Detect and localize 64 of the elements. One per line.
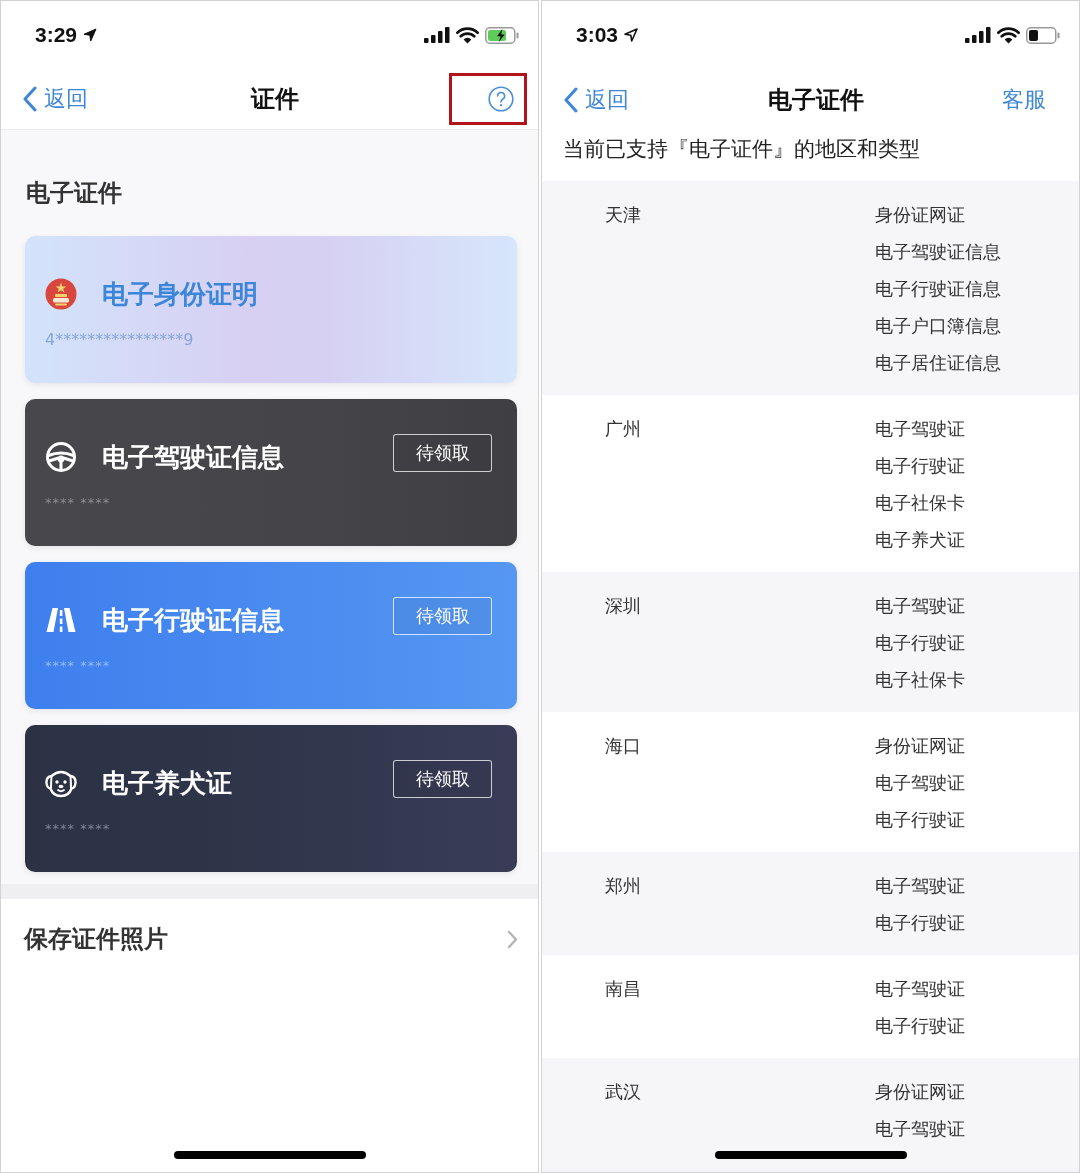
city-name: 南昌: [605, 978, 641, 999]
document-type: 身份证网证: [875, 203, 965, 227]
card-title: 电子驾驶证信息: [102, 441, 285, 474]
city-name: 武汉: [605, 1081, 641, 1102]
claim-button[interactable]: 待领取: [393, 597, 492, 635]
document-type: 身份证网证: [875, 734, 965, 758]
document-type: 电子行驶证: [875, 911, 965, 935]
document-type: 电子驾驶证: [875, 977, 965, 1001]
city-name: 天津: [605, 204, 641, 225]
status-time: 3:03: [576, 23, 619, 47]
masked-number: **** ****: [45, 821, 111, 836]
masked-number: **** ****: [45, 495, 111, 510]
steering-wheel-icon: [45, 441, 77, 473]
masked-number: 4****************9: [45, 330, 194, 349]
document-type: 电子社保卡: [875, 491, 965, 515]
document-type: 电子驾驶证: [875, 417, 965, 441]
document-type: 电子行驶证: [875, 1014, 965, 1038]
document-type: 电子驾驶证: [875, 874, 965, 898]
chevron-right-icon: [507, 929, 518, 949]
document-type: 电子驾驶证信息: [875, 240, 1001, 264]
card-title: 电子养犬证: [102, 767, 233, 800]
document-type: 电子行驶证: [875, 631, 965, 655]
document-type: 电子驾驶证: [875, 1117, 965, 1141]
document-type: 电子社保卡: [875, 668, 965, 692]
document-type: 身份证网证: [875, 1080, 965, 1104]
signal-icon: [965, 27, 991, 43]
help-button[interactable]: [449, 73, 527, 125]
page-subtitle: 当前已支持『电子证件』的地区和类型: [563, 137, 920, 161]
driver-license-card[interactable]: 电子驾驶证信息 待领取 **** ****: [25, 399, 517, 546]
id-card[interactable]: 电子身份证明 4****************9: [25, 236, 517, 383]
wifi-icon: [456, 26, 479, 44]
status-time: 3:29: [35, 23, 78, 47]
document-type: 电子驾驶证: [875, 771, 965, 795]
back-button[interactable]: 返回: [563, 84, 629, 115]
document-type: 电子行驶证信息: [875, 277, 1001, 301]
help-icon: [488, 86, 514, 112]
chevron-left-icon: [22, 86, 37, 112]
document-type: 电子驾驶证: [875, 594, 965, 618]
city-name: 海口: [605, 735, 641, 756]
page-title: 电子证件: [767, 84, 864, 116]
card-title: 电子身份证明: [102, 278, 259, 311]
document-type: 电子行驶证: [875, 454, 965, 478]
document-type: 电子养犬证: [875, 528, 965, 552]
back-button[interactable]: 返回: [22, 84, 88, 114]
menu-item[interactable]: 保存证件照片: [1, 899, 538, 979]
vehicle-license-card[interactable]: 电子行驶证信息 待领取 **** ****: [25, 562, 517, 709]
card-title: 电子行驶证信息: [102, 604, 285, 637]
claim-button[interactable]: 待领取: [393, 434, 492, 472]
section-title: 电子证件: [26, 178, 123, 208]
page-title: 证件: [250, 84, 299, 115]
customer-service-button[interactable]: 客服: [1002, 84, 1046, 115]
wifi-icon: [997, 26, 1020, 44]
claim-button[interactable]: 待领取: [393, 760, 492, 798]
chevron-left-icon: [563, 86, 578, 113]
city-name: 深圳: [605, 595, 641, 616]
signal-icon: [424, 27, 450, 43]
dog-license-card[interactable]: 电子养犬证 待领取 **** ****: [25, 725, 517, 872]
city-name: 郑州: [605, 875, 641, 896]
document-type: 电子居住证信息: [875, 351, 1001, 375]
masked-number: **** ****: [45, 658, 111, 673]
city-name: 广州: [605, 418, 641, 439]
document-type: 电子户口簿信息: [875, 314, 1001, 338]
document-type: 电子行驶证: [875, 808, 965, 832]
emblem-icon: [45, 278, 77, 310]
